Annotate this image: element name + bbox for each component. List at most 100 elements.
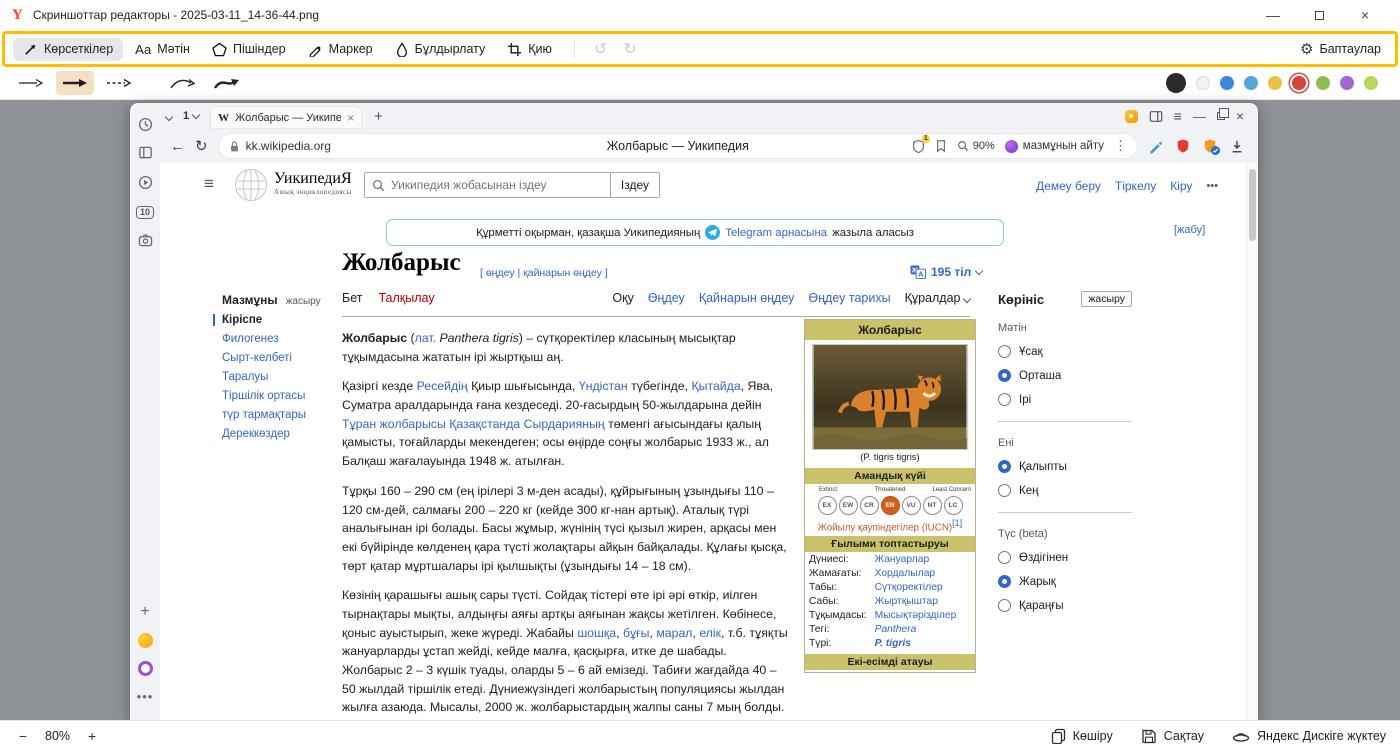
- toc-item[interactable]: Кіріспе: [222, 314, 336, 326]
- wikipedia-logo[interactable]: [234, 168, 268, 202]
- undo-icon[interactable]: ↺: [587, 39, 614, 59]
- radio-color-light[interactable]: Жарық: [998, 575, 1132, 588]
- telegram-link[interactable]: Telegram арнасына: [725, 227, 827, 239]
- weather-icon[interactable]: [130, 629, 160, 651]
- appearance-hide-button[interactable]: жасыру: [1081, 291, 1132, 307]
- tab-edit[interactable]: Өңдеу: [648, 291, 685, 305]
- search-input[interactable]: [365, 173, 610, 197]
- tab-talk[interactable]: Талқылау: [378, 291, 434, 305]
- radio-color-dark[interactable]: Қараңғы: [998, 599, 1132, 612]
- screenshot-icon[interactable]: [130, 229, 160, 251]
- editor-canvas[interactable]: 10 + ••• 1 W Жолбарыс — Уикипед...: [0, 100, 1400, 720]
- donate-link[interactable]: Демеу беру: [1036, 179, 1101, 193]
- upload-to-disk-button[interactable]: Яндекс Дискіге жүктеу: [1232, 729, 1386, 743]
- tab-page[interactable]: Бет: [342, 291, 362, 305]
- toc-item[interactable]: Таралуы: [222, 371, 336, 383]
- arrow-style-straight-bold[interactable]: [56, 71, 94, 95]
- tab-panels-icon[interactable]: [1149, 110, 1163, 123]
- color-swatch-green[interactable]: [1316, 76, 1330, 90]
- protect-shield-icon[interactable]: 1: [912, 139, 925, 154]
- tab-history[interactable]: Өңдеу тарихы: [808, 291, 890, 305]
- browser-restore-icon[interactable]: [1217, 112, 1225, 120]
- download-icon[interactable]: [1230, 139, 1244, 154]
- adblock-shield-icon[interactable]: [1176, 138, 1190, 154]
- radio-text-small[interactable]: Ұсақ: [998, 345, 1132, 358]
- browser-tab[interactable]: W Жолбарыс — Уикипед... ×: [210, 106, 362, 129]
- radio-text-standard[interactable]: Орташа: [998, 369, 1132, 382]
- radio-width-wide[interactable]: Кең: [998, 484, 1132, 497]
- wikipedia-wordmark[interactable]: УикипедиЯ Ашық энциклопедиясы: [274, 170, 352, 196]
- register-link[interactable]: Тіркелу: [1115, 179, 1156, 193]
- page-scrollbar[interactable]: [1246, 163, 1258, 720]
- save-button[interactable]: Сақтау: [1141, 728, 1204, 744]
- radio-width-standard[interactable]: Қалыпты: [998, 460, 1132, 473]
- tool-marker-button[interactable]: Маркер: [298, 38, 383, 61]
- arrow-style-curved[interactable]: [164, 71, 202, 95]
- tool-shapes-button[interactable]: Пішіндер: [202, 38, 296, 61]
- color-swatch-blue[interactable]: [1220, 76, 1234, 90]
- browser-menu-icon[interactable]: ≡: [1174, 108, 1182, 124]
- color-swatch-red[interactable]: [1292, 76, 1306, 90]
- browser-minimize-icon[interactable]: —: [1193, 109, 1206, 124]
- copy-button[interactable]: Көшіру: [1051, 728, 1113, 744]
- toc-item[interactable]: түр тармақтары: [222, 409, 336, 421]
- omnibox[interactable]: kk.wikipedia.org Жолбарыс — Уикипедия 1 …: [218, 133, 1138, 159]
- color-swatch-lime[interactable]: [1364, 76, 1378, 90]
- color-swatch-lightblue[interactable]: [1244, 76, 1258, 90]
- more-icon[interactable]: •••: [130, 685, 160, 707]
- toc-hide-button[interactable]: жасыру: [286, 296, 321, 307]
- more-vert-icon[interactable]: ⋮: [1114, 138, 1127, 154]
- panels-icon[interactable]: [130, 141, 160, 163]
- tab-tools[interactable]: Құралдар: [905, 291, 970, 305]
- tool-blur-button[interactable]: Бұлдырлату: [385, 38, 496, 61]
- history-icon[interactable]: [130, 113, 160, 135]
- toc-item[interactable]: Тіршілік ортасы: [222, 390, 336, 402]
- settings-button[interactable]: ⚙ Баптаулар: [1300, 40, 1387, 58]
- banner-close-link[interactable]: [жабу]: [1174, 224, 1205, 236]
- back-icon[interactable]: ←: [170, 138, 185, 155]
- browser-close-icon[interactable]: ×: [1236, 108, 1244, 124]
- article-edit-links[interactable]: [ өңдеу | қайнарын өңдеу ]: [480, 267, 608, 279]
- tab-search-chevron-icon[interactable]: [166, 107, 172, 125]
- arrow-style-straight-thin[interactable]: [12, 71, 50, 95]
- tool-arrows-button[interactable]: Көрсеткілер: [13, 38, 123, 61]
- minimize-icon[interactable]: —: [1250, 0, 1296, 30]
- tab-counter-badge[interactable]: 10: [130, 201, 160, 223]
- color-swatch-white[interactable]: [1196, 76, 1210, 90]
- user-menu-icon[interactable]: •••: [1206, 180, 1218, 192]
- player-icon[interactable]: [130, 171, 160, 193]
- toc-item[interactable]: Дереккөздер: [222, 428, 336, 440]
- close-icon[interactable]: ×: [1342, 0, 1388, 30]
- read-aloud-button[interactable]: мазмұнын айту: [1005, 140, 1104, 153]
- login-link[interactable]: Кіру: [1170, 179, 1192, 193]
- toc-item[interactable]: Сырт-келбеті: [222, 352, 336, 364]
- iucn-status-link[interactable]: Жойылу қаупіндегілер (IUCN): [818, 522, 952, 533]
- radio-color-auto[interactable]: Өздігінен: [998, 551, 1132, 564]
- bookmark-icon[interactable]: [935, 139, 947, 153]
- radio-text-large[interactable]: Ірі: [998, 393, 1132, 406]
- color-swatch-yellow[interactable]: [1268, 76, 1282, 90]
- tiger-image[interactable]: [812, 344, 968, 450]
- zoom-out-button[interactable]: −: [14, 728, 32, 744]
- zoom-in-button[interactable]: +: [83, 728, 101, 744]
- arrow-style-swoosh[interactable]: [208, 71, 246, 95]
- arrow-style-dashed[interactable]: [100, 71, 138, 95]
- plus-icon[interactable]: +: [130, 601, 160, 623]
- language-selector[interactable]: ЖA 195 тіл: [910, 265, 982, 279]
- redo-icon[interactable]: ↻: [616, 39, 643, 59]
- page-zoom-control[interactable]: 90%: [957, 140, 995, 152]
- tool-text-button[interactable]: Аа Мәтін: [125, 38, 200, 61]
- alice-icon[interactable]: [130, 657, 160, 679]
- protect-check-shield-icon[interactable]: [1203, 138, 1217, 154]
- tab-read[interactable]: Оқу: [612, 291, 633, 305]
- wiki-hamburger-icon[interactable]: ≡: [204, 174, 214, 194]
- tab-edit-source[interactable]: Қайнарын өңдеу: [699, 291, 795, 305]
- reload-icon[interactable]: ↻: [195, 137, 208, 155]
- scrollbar-thumb[interactable]: [1249, 169, 1256, 241]
- tab-counter[interactable]: 1: [178, 108, 204, 124]
- reference-link[interactable]: [1]: [952, 518, 962, 528]
- search-button[interactable]: Іздеу: [610, 173, 659, 197]
- color-swatch-purple[interactable]: [1340, 76, 1354, 90]
- edit-pen-icon[interactable]: [1148, 139, 1163, 154]
- current-color-swatch[interactable]: [1166, 73, 1186, 93]
